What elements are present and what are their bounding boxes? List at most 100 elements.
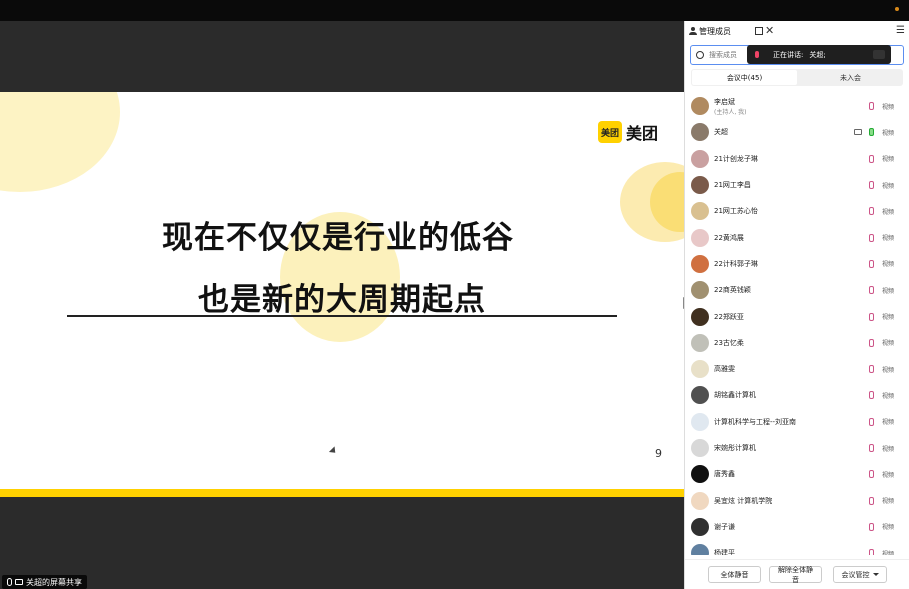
video-icon[interactable]: 视频 <box>882 181 894 190</box>
mic-icon <box>7 578 12 586</box>
avatar <box>691 517 709 536</box>
member-row[interactable]: 谢子谦 视频 <box>685 514 909 540</box>
tab-in-meeting[interactable]: 会议中(45) <box>692 70 797 85</box>
member-row[interactable]: 杨建平 视频 <box>685 540 909 555</box>
member-name: 李启斌 <box>714 98 735 106</box>
avatar <box>691 412 709 431</box>
mic-icon[interactable] <box>869 154 874 163</box>
slide-headline-line2: 也是新的大周期起点 <box>198 282 486 318</box>
avatar <box>691 228 709 247</box>
mic-icon[interactable] <box>869 181 874 190</box>
menu-icon[interactable]: ☰ <box>896 25 905 36</box>
member-row[interactable]: 22计科郭子琳 视频 <box>685 251 909 277</box>
mic-icon[interactable] <box>869 417 874 426</box>
mic-icon[interactable] <box>869 549 874 555</box>
avatar <box>691 149 709 168</box>
member-row[interactable]: 22商英钱颖 视频 <box>685 277 909 303</box>
mic-icon[interactable] <box>869 233 874 242</box>
tab-not-joined[interactable]: 未入会 <box>798 69 903 86</box>
mic-icon[interactable] <box>869 207 874 216</box>
decor-circle <box>0 92 120 192</box>
search-icon <box>696 51 704 59</box>
mic-icon[interactable] <box>869 286 874 295</box>
member-row[interactable]: 22郑跃亚 视频 <box>685 303 909 329</box>
video-icon[interactable]: 视频 <box>882 128 894 137</box>
member-row[interactable]: 21计创龙子琳 视频 <box>685 146 909 172</box>
logo-word: 美团 <box>626 124 659 143</box>
video-icon[interactable]: 视频 <box>882 444 894 453</box>
video-icon[interactable]: 视频 <box>882 207 894 216</box>
avatar <box>691 333 709 352</box>
close-icon[interactable]: ✕ <box>765 24 774 37</box>
screen-icon <box>15 579 23 585</box>
mic-icon[interactable] <box>869 365 874 374</box>
avatar <box>691 254 709 273</box>
member-row[interactable]: 22黄鸿展 视频 <box>685 224 909 250</box>
screen-share-icon <box>854 129 862 136</box>
panel-header: 管理成员 ✕ ☰ <box>685 21 909 41</box>
avatar <box>691 123 709 142</box>
meeting-control-label: 会议管控 <box>841 571 870 579</box>
video-icon[interactable]: 视频 <box>882 259 894 268</box>
slide-page-number: 9 <box>655 447 662 460</box>
member-role: (主持人, 我) <box>714 109 747 116</box>
speaking-name: 关超; <box>809 50 826 59</box>
video-icon[interactable]: 视频 <box>882 338 894 347</box>
video-icon[interactable]: 视频 <box>882 312 894 321</box>
mic-icon[interactable] <box>869 470 874 479</box>
member-name: 22计科郭子琳 <box>714 259 758 268</box>
video-icon[interactable]: 视频 <box>882 154 894 163</box>
member-name: 21网工苏心怡 <box>714 207 758 216</box>
member-row[interactable]: 21网工苏心怡 视频 <box>685 198 909 224</box>
member-tabs: 会议中(45) 未入会 <box>691 69 903 86</box>
video-icon[interactable]: 视频 <box>882 391 894 400</box>
status-dot <box>895 7 899 11</box>
mouse-cursor-icon <box>328 446 339 456</box>
video-icon[interactable]: 视频 <box>882 496 894 505</box>
video-icon[interactable]: 视频 <box>882 233 894 242</box>
member-row[interactable]: 胡铭鑫计算机 视频 <box>685 382 909 408</box>
member-row[interactable]: 23古忆柔 视频 <box>685 330 909 356</box>
avatar <box>691 491 709 510</box>
popout-icon[interactable] <box>755 27 763 35</box>
member-name: 吴宜炫 计算机学院 <box>714 496 773 505</box>
speaking-toast: 正在讲话: 关超; <box>747 45 891 64</box>
member-name: 22黄鸿展 <box>714 233 744 242</box>
mic-icon[interactable] <box>869 102 874 111</box>
mic-icon[interactable] <box>869 259 874 268</box>
unmute-all-button[interactable]: 解除全体静音 <box>769 566 822 584</box>
mic-icon[interactable] <box>869 338 874 347</box>
member-name: 唐秀鑫 <box>714 470 735 479</box>
member-row[interactable]: 21网工李昌 视频 <box>685 172 909 198</box>
member-row[interactable]: 吴宜炫 计算机学院 视频 <box>685 487 909 513</box>
member-name: 23古忆柔 <box>714 338 744 347</box>
mic-icon[interactable] <box>869 391 874 400</box>
meeting-control-button[interactable]: 会议管控 <box>833 566 887 583</box>
chevron-down-icon <box>872 573 879 576</box>
mic-icon[interactable] <box>869 496 874 505</box>
avatar <box>691 307 709 326</box>
video-icon[interactable]: 视频 <box>882 417 894 426</box>
mic-icon[interactable] <box>869 128 874 137</box>
mute-all-button[interactable]: 全体静音 <box>708 566 761 583</box>
video-icon[interactable]: 视频 <box>882 365 894 374</box>
mic-icon[interactable] <box>869 522 874 531</box>
meeting-window: 美团 美团 现在不仅仅是行业的低谷 也是新的大周期起点 9 关超的屏幕共享 管理… <box>0 0 909 589</box>
mic-icon[interactable] <box>869 312 874 321</box>
slide-footer-bar <box>0 489 684 497</box>
member-row[interactable]: 计算机科学与工程--刘亚南 视频 <box>685 409 909 435</box>
mic-icon[interactable] <box>869 444 874 452</box>
member-row[interactable]: 宋婉彤计算机 视频 <box>685 435 909 461</box>
member-row[interactable]: 李启斌 (主持人, 我) 视频 <box>685 93 909 119</box>
video-icon[interactable]: 视频 <box>882 470 894 479</box>
avatar <box>691 360 709 379</box>
avatar <box>691 386 709 405</box>
video-icon[interactable]: 视频 <box>882 549 894 555</box>
video-icon[interactable]: 视频 <box>882 522 894 531</box>
screen-share-label: 关超的屏幕共享 <box>2 575 87 589</box>
video-icon[interactable]: 视频 <box>882 286 894 295</box>
member-row[interactable]: 唐秀鑫 视频 <box>685 461 909 487</box>
member-row[interactable]: 高雅雯 视频 <box>685 356 909 382</box>
video-icon[interactable]: 视频 <box>882 102 894 111</box>
member-row[interactable]: 关超 视频 <box>685 119 909 145</box>
